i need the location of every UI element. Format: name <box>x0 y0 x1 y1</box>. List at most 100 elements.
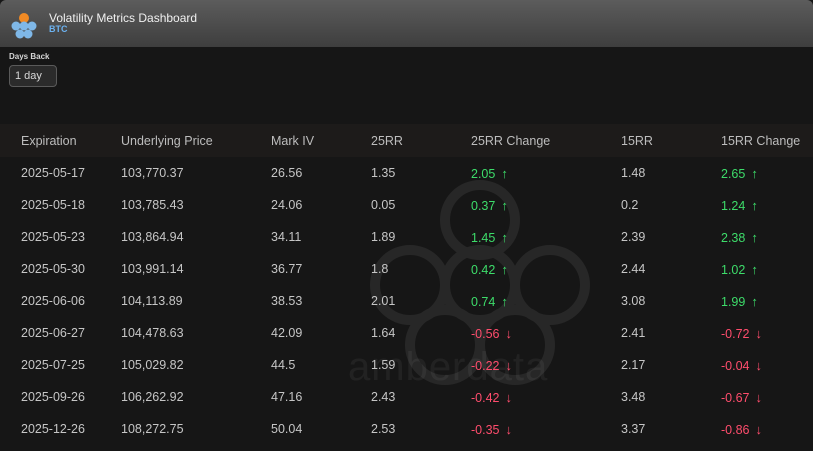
app-title: Volatility Metrics Dashboard <box>49 11 198 25</box>
arrow-down-icon: ↓ <box>755 389 763 405</box>
underlying-price-cell: 104,113.89 <box>121 294 183 308</box>
rr15-change-cell: 1.02 ↑ <box>721 253 813 285</box>
change-value: 2.38 <box>721 230 746 245</box>
rr15-cell: 2.39 <box>621 230 646 244</box>
table-body: 2025-05-17 103,770.37 26.56 1.35 2.05 ↑ 1.48 2.… <box>0 157 813 445</box>
change-value: -0.35 <box>471 422 500 437</box>
mark-iv-cell: 34.11 <box>271 230 302 244</box>
change-value: -0.42 <box>471 390 500 405</box>
table-row: 2025-06-27 104,478.63 42.09 1.64 -0.56 ↓ 2.41 -… <box>0 317 813 349</box>
arrow-up-icon: ↑ <box>501 229 508 245</box>
underlying-price-cell: 103,785.43 <box>121 198 184 212</box>
rr25-change-cell: 0.37 ↑ <box>471 189 621 221</box>
change-value: -0.56 <box>471 326 500 341</box>
table-row: 2025-05-18 103,785.43 24.06 0.05 0.37 ↑ 0.2 1.2… <box>0 189 813 221</box>
column-header-15rr-change[interactable]: 15RR Change <box>721 124 813 157</box>
rr15-cell: 2.17 <box>621 358 646 372</box>
arrow-down-icon: ↓ <box>755 325 763 341</box>
column-header-25rr[interactable]: 25RR <box>371 124 471 157</box>
mark-iv-cell: 26.56 <box>271 166 303 180</box>
arrow-down-icon: ↓ <box>755 421 763 437</box>
expiration-cell: 2025-12-26 <box>21 422 85 436</box>
rr25-change-cell: 0.42 ↑ <box>471 253 621 285</box>
arrow-up-icon: ↑ <box>751 229 758 245</box>
column-header-15rr[interactable]: 15RR <box>621 124 721 157</box>
rr25-change-cell: -0.35 ↓ <box>471 413 621 445</box>
mark-iv-cell: 42.09 <box>271 326 303 340</box>
change-value: 0.74 <box>471 294 496 309</box>
underlying-price-cell: 104,478.63 <box>121 326 184 340</box>
mark-iv-cell: 44.5 <box>271 358 296 372</box>
arrow-up-icon: ↑ <box>501 293 508 309</box>
expiration-cell: 2025-09-26 <box>21 390 85 404</box>
column-header-mark-iv[interactable]: Mark IV <box>271 124 371 157</box>
rr15-change-cell: 2.65 ↑ <box>721 157 813 189</box>
rr15-change-cell: 1.99 ↑ <box>721 285 813 317</box>
change-value: 0.37 <box>471 198 496 213</box>
rr25-cell: 1.89 <box>371 230 396 244</box>
table-row: 2025-06-06 104,113.89 38.53 2.01 0.74 ↑ 3.08 1.… <box>0 285 813 317</box>
mark-iv-cell: 24.06 <box>271 198 303 212</box>
arrow-up-icon: ↑ <box>501 261 508 277</box>
mark-iv-cell: 38.53 <box>271 294 303 308</box>
rr25-cell: 2.53 <box>371 422 396 436</box>
column-header-25rr-change[interactable]: 25RR Change <box>471 124 621 157</box>
table-row: 2025-05-23 103,864.94 34.11 1.89 1.45 ↑ 2.39 2.… <box>0 221 813 253</box>
mark-iv-cell: 47.16 <box>271 390 303 404</box>
title-bar: Volatility Metrics Dashboard BTC <box>0 0 813 47</box>
rr25-cell: 0.05 <box>371 198 396 212</box>
rr25-change-cell: -0.42 ↓ <box>471 381 621 413</box>
rr15-cell: 2.41 <box>621 326 646 340</box>
arrow-down-icon: ↓ <box>505 325 513 341</box>
rr15-change-cell: 1.24 ↑ <box>721 189 813 221</box>
rr25-change-cell: 0.74 ↑ <box>471 285 621 317</box>
arrow-down-icon: ↓ <box>755 357 763 373</box>
change-value: -0.04 <box>721 358 750 373</box>
arrow-up-icon: ↑ <box>751 165 758 181</box>
filters-panel: Days Back 1 day <box>9 52 57 87</box>
rr15-change-cell: -0.86 ↓ <box>721 413 813 445</box>
rr15-cell: 2.44 <box>621 262 646 276</box>
expiration-cell: 2025-05-30 <box>21 262 85 276</box>
arrow-up-icon: ↑ <box>501 165 508 181</box>
underlying-price-cell: 108,272.75 <box>121 422 184 436</box>
table-row: 2025-05-30 103,991.14 36.77 1.8 0.42 ↑ 2.44 1.0… <box>0 253 813 285</box>
rr25-change-cell: 2.05 ↑ <box>471 157 621 189</box>
rr25-cell: 1.59 <box>371 358 396 372</box>
dashboard-window: Volatility Metrics Dashboard BTC Days Ba… <box>0 0 813 451</box>
rr15-change-cell: 2.38 ↑ <box>721 221 813 253</box>
rr25-cell: 1.35 <box>371 166 396 180</box>
change-value: 1.45 <box>471 230 496 245</box>
change-value: 2.05 <box>471 166 496 181</box>
rr25-cell: 2.43 <box>371 390 396 404</box>
table-row: 2025-05-17 103,770.37 26.56 1.35 2.05 ↑ 1.48 2.… <box>0 157 813 189</box>
arrow-down-icon: ↓ <box>505 389 513 405</box>
change-value: -0.67 <box>721 390 750 405</box>
mark-iv-cell: 50.04 <box>271 422 303 436</box>
rr25-cell: 1.8 <box>371 262 389 276</box>
column-header-underlying-price[interactable]: Underlying Price <box>121 124 271 157</box>
table-row: 2025-07-25 105,029.82 44.5 1.59 -0.22 ↓ 2.17 -0… <box>0 349 813 381</box>
volatility-table: Expiration Underlying Price Mark IV 25RR… <box>0 124 813 445</box>
rr25-cell: 1.64 <box>371 326 396 340</box>
arrow-down-icon: ↓ <box>505 357 513 373</box>
days-back-select[interactable]: 1 day <box>9 65 57 87</box>
arrow-down-icon: ↓ <box>505 421 513 437</box>
rr15-cell: 1.48 <box>621 166 646 180</box>
rr25-cell: 2.01 <box>371 294 396 308</box>
expiration-cell: 2025-05-18 <box>21 198 85 212</box>
table-row: 2025-09-26 106,262.92 47.16 2.43 -0.42 ↓ 3.48-… <box>0 381 813 413</box>
rr25-change-cell: 1.45 ↑ <box>471 221 621 253</box>
underlying-price-cell: 105,029.82 <box>121 358 184 372</box>
days-back-label: Days Back <box>9 52 50 61</box>
expiration-cell: 2025-07-25 <box>21 358 85 372</box>
arrow-up-icon: ↑ <box>501 197 508 213</box>
arrow-up-icon: ↑ <box>751 197 758 213</box>
underlying-price-cell: 106,262.92 <box>121 390 184 404</box>
underlying-price-cell: 103,991.14 <box>121 262 184 276</box>
expiration-cell: 2025-06-27 <box>21 326 85 340</box>
column-header-expiration[interactable]: Expiration <box>0 124 121 157</box>
rr15-cell: 3.08 <box>621 294 646 308</box>
expiration-cell: 2025-05-17 <box>21 166 85 180</box>
rr15-change-cell: -0.72 ↓ <box>721 317 813 349</box>
